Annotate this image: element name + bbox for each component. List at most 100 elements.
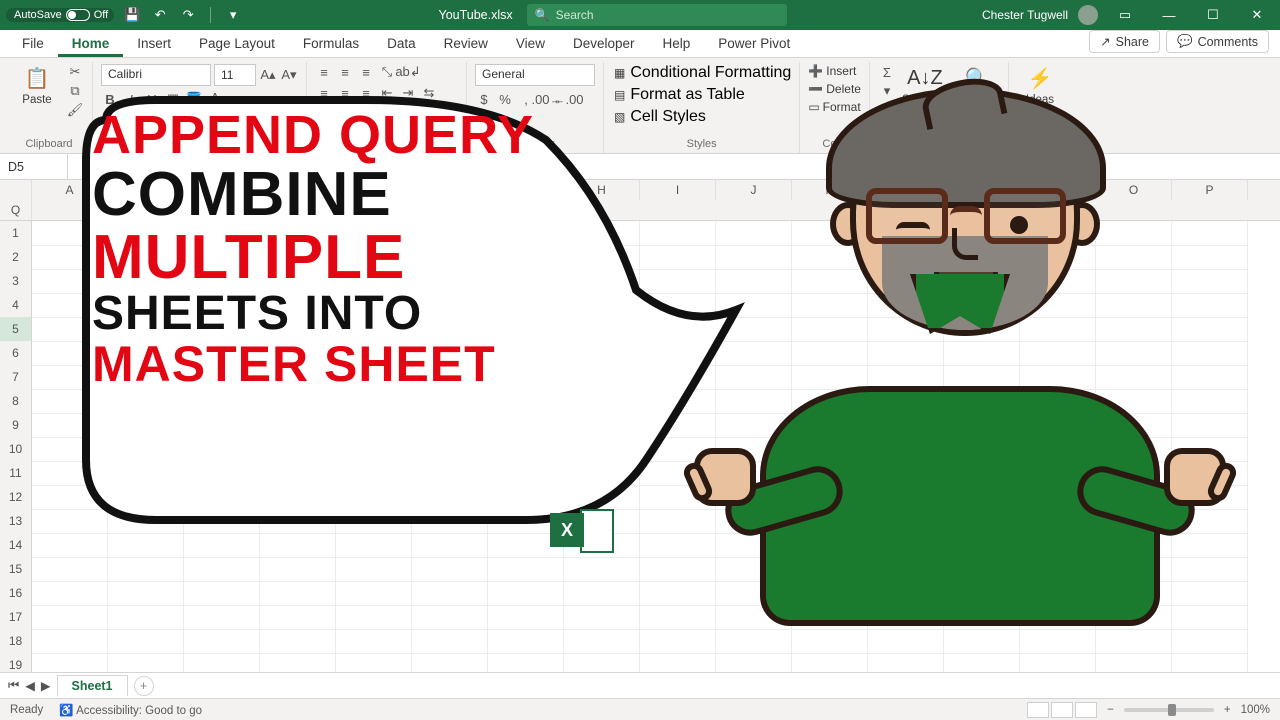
paste-button[interactable]: 📋 Paste (14, 64, 60, 106)
close-icon[interactable]: ✕ (1240, 5, 1274, 25)
share-button[interactable]: ↗Share (1089, 30, 1160, 53)
cell[interactable] (32, 485, 108, 510)
cell[interactable] (336, 293, 412, 318)
cell[interactable] (336, 413, 412, 438)
cell[interactable] (488, 269, 564, 294)
tab-review[interactable]: Review (430, 31, 502, 57)
cell[interactable] (184, 245, 260, 270)
cell[interactable] (32, 293, 108, 318)
italic-icon[interactable]: I (122, 91, 140, 107)
cell[interactable] (412, 269, 488, 294)
cell[interactable] (716, 653, 792, 672)
cell[interactable] (944, 653, 1020, 672)
cell[interactable] (260, 485, 336, 510)
autosum-icon[interactable]: Σ (878, 64, 896, 80)
cell[interactable] (260, 389, 336, 414)
cell[interactable] (336, 365, 412, 390)
cell[interactable] (260, 509, 336, 534)
cell[interactable] (108, 437, 184, 462)
cell[interactable] (488, 341, 564, 366)
cell[interactable] (108, 557, 184, 582)
row-header[interactable]: 3 (0, 269, 32, 294)
column-header[interactable]: E (336, 180, 412, 200)
row-header[interactable]: 18 (0, 629, 32, 654)
tab-insert[interactable]: Insert (123, 31, 185, 57)
scroll-next-icon[interactable]: ▶ (41, 678, 51, 693)
row-header[interactable]: 11 (0, 461, 32, 486)
cell[interactable] (564, 389, 640, 414)
cell[interactable] (488, 245, 564, 270)
cell[interactable] (108, 581, 184, 606)
tab-formulas[interactable]: Formulas (289, 31, 373, 57)
cell[interactable] (1020, 653, 1096, 672)
cell[interactable] (184, 365, 260, 390)
cell[interactable] (108, 317, 184, 342)
cell[interactable] (32, 653, 108, 672)
align-left-icon[interactable]: ≡ (315, 85, 333, 101)
cell[interactable] (260, 629, 336, 654)
currency-icon[interactable]: $ (475, 91, 493, 107)
cell[interactable] (412, 461, 488, 486)
tab-view[interactable]: View (502, 31, 559, 57)
cell[interactable] (564, 581, 640, 606)
cell[interactable] (32, 341, 108, 366)
cell[interactable] (260, 461, 336, 486)
cell[interactable] (564, 269, 640, 294)
cell[interactable] (564, 629, 640, 654)
cell[interactable] (640, 653, 716, 672)
cell[interactable] (336, 221, 412, 246)
column-header[interactable]: C (184, 180, 260, 200)
ribbon-options-icon[interactable]: ▭ (1108, 5, 1142, 25)
format-painter-icon[interactable]: 🖌 (66, 102, 84, 118)
cell[interactable] (488, 365, 564, 390)
border-icon[interactable]: ▦ (164, 91, 182, 107)
underline-icon[interactable]: U (143, 91, 161, 107)
cell[interactable] (108, 509, 184, 534)
cell[interactable] (336, 509, 412, 534)
orientation-icon[interactable]: ⤡ (378, 64, 396, 80)
cell[interactable] (488, 581, 564, 606)
cell[interactable] (488, 221, 564, 246)
cell[interactable] (32, 245, 108, 270)
cell[interactable] (184, 581, 260, 606)
cell[interactable] (260, 269, 336, 294)
cell[interactable] (260, 581, 336, 606)
cell[interactable] (108, 533, 184, 558)
cell[interactable] (412, 509, 488, 534)
cell[interactable] (184, 269, 260, 294)
cell[interactable] (32, 533, 108, 558)
cell[interactable] (32, 557, 108, 582)
row-header[interactable]: 16 (0, 581, 32, 606)
cell[interactable] (260, 605, 336, 630)
cell[interactable] (792, 653, 868, 672)
cell[interactable] (184, 341, 260, 366)
cell[interactable] (564, 605, 640, 630)
cell[interactable] (488, 317, 564, 342)
cell[interactable] (488, 629, 564, 654)
comments-button[interactable]: 💬Comments (1166, 30, 1269, 53)
cell[interactable] (260, 317, 336, 342)
tab-power-pivot[interactable]: Power Pivot (704, 31, 804, 57)
cell[interactable] (184, 605, 260, 630)
cell[interactable] (412, 437, 488, 462)
decrease-indent-icon[interactable]: ⇤ (378, 85, 396, 101)
column-header[interactable]: A (32, 180, 108, 200)
cell[interactable] (336, 485, 412, 510)
row-header[interactable]: 6 (0, 341, 32, 366)
tab-help[interactable]: Help (649, 31, 705, 57)
cell[interactable] (184, 389, 260, 414)
font-size-select[interactable]: 11 (214, 64, 256, 86)
cell[interactable] (108, 245, 184, 270)
merge-center-icon[interactable]: ⇆ (420, 85, 438, 101)
row-header[interactable]: 9 (0, 413, 32, 438)
cell[interactable] (336, 461, 412, 486)
cut-icon[interactable]: ✂ (66, 64, 84, 80)
cell[interactable] (108, 269, 184, 294)
cell[interactable] (336, 557, 412, 582)
align-right-icon[interactable]: ≡ (357, 85, 375, 101)
cell[interactable] (336, 341, 412, 366)
cell[interactable] (336, 533, 412, 558)
cell[interactable] (412, 557, 488, 582)
cell[interactable] (108, 461, 184, 486)
cell[interactable] (336, 437, 412, 462)
